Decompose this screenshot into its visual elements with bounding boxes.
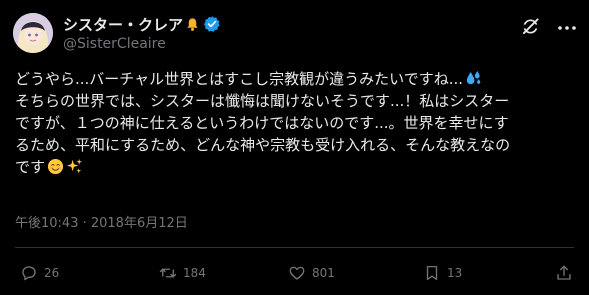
avatar[interactable] (13, 13, 53, 53)
post-line-text: るため、平和にするため、どんな神や宗教も受け入れる、そんな教えなの (15, 136, 511, 154)
author-name-line: シスター・クレア (63, 13, 221, 35)
like-count: 801 (312, 266, 335, 280)
verified-badge-icon[interactable] (203, 15, 221, 33)
bell-icon (185, 17, 200, 32)
post-line-text: ですが、１つの神に仕えるというわけではないのです...。世界を幸せにす (15, 114, 509, 132)
bookmark-icon (426, 265, 438, 281)
repost-icon (159, 268, 177, 278)
share-button[interactable] (555, 263, 579, 283)
post-line: どうやら...バーチャル世界とはすこし宗教観が違うみたいですね... (15, 68, 581, 90)
author-handle[interactable]: @SisterCleaire (63, 36, 166, 52)
heart-icon (289, 266, 305, 280)
repost-button[interactable]: 184 (159, 263, 206, 283)
smiling-face-icon (47, 158, 64, 175)
post-line: るため、平和にするため、どんな神や宗教も受け入れる、そんな教えなの (15, 134, 581, 156)
divider (15, 247, 574, 248)
repost-count: 184 (183, 266, 206, 280)
like-button[interactable]: 801 (288, 263, 335, 283)
display-name[interactable]: シスター・クレア (63, 14, 183, 35)
share-icon (557, 265, 571, 280)
sweat-droplets-icon (465, 70, 482, 87)
sparkles-icon (66, 158, 83, 175)
post-timestamp[interactable]: 午後10:43 · 2018年6月12日 (15, 212, 188, 231)
reply-button[interactable]: 26 (20, 263, 59, 283)
grok-icon[interactable] (521, 17, 540, 36)
post-line: ですが、１つの神に仕えるというわけではないのです...。世界を幸せにす (15, 112, 581, 134)
more-options-icon[interactable] (557, 20, 577, 34)
post-line: そちらの世界では、シスターは懺悔は聞けないそうです...！私はシスター (15, 90, 581, 112)
bookmark-count: 13 (447, 266, 463, 280)
post-line: です (15, 156, 581, 178)
reply-icon (22, 266, 36, 281)
post-text: どうやら...バーチャル世界とはすこし宗教観が違うみたいですね... そちらの世… (15, 68, 581, 178)
post-line-text: です (15, 158, 46, 176)
reply-count: 26 (44, 266, 60, 280)
post-line-text: どうやら...バーチャル世界とはすこし宗教観が違うみたいですね... (15, 70, 464, 88)
bookmark-button[interactable]: 13 (423, 263, 462, 283)
post-line-text: そちらの世界では、シスターは懺悔は聞けないそうです...！私はシスター (15, 92, 510, 110)
